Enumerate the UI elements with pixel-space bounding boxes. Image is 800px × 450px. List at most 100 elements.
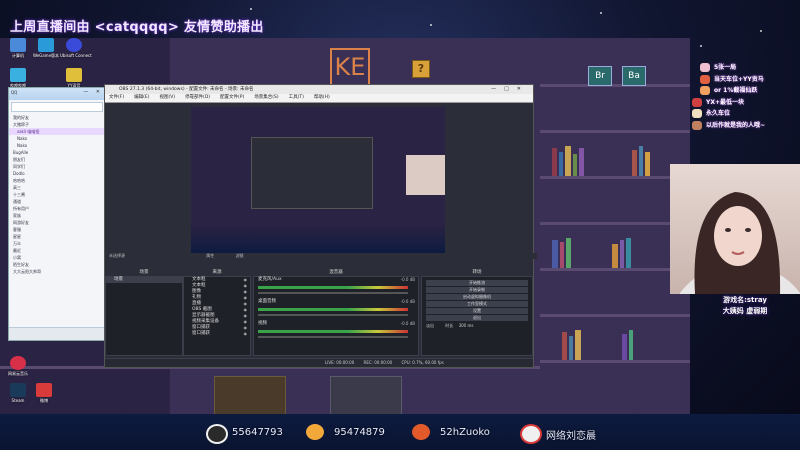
mixer-channel: 视频 -0.0 dB	[254, 321, 418, 343]
contact-group[interactable]: 星星	[9, 233, 105, 240]
menu-item[interactable]: 工具(T)	[289, 95, 304, 100]
window-controls[interactable]: — ✕	[83, 89, 103, 95]
desktop-icon-ubisoft[interactable]: Ubisoft Connect	[60, 38, 92, 58]
qq-window[interactable]: QQ — ✕ 我的好友 大猪蹄子 sakil 喵喵怪 Nako Nako BugAlle 朋…	[8, 87, 106, 341]
desktop-icon-computer[interactable]: 计算机	[4, 38, 32, 59]
game-info: 游戏名:stray 大姨妈 虚弱期	[690, 295, 800, 317]
qq-search-input[interactable]	[11, 102, 103, 112]
contact-group[interactable]: 陌生好友	[9, 261, 105, 268]
contact-group[interactable]: 十三酱	[9, 191, 105, 198]
menu-item[interactable]: 场景集合(S)	[254, 95, 278, 100]
qq-group-mascot-icon	[306, 424, 324, 440]
sources-dock: 文本框 ◉ 文本框 ◉ 图像 ◉ 礼物 ◉ 直播 ◉ OBS 截图 ◉ 显示器截图 ◉ 视频采集设备 ◉ 窗口捕…	[183, 276, 251, 356]
control-button[interactable]: 启动虚拟摄像机	[426, 294, 528, 300]
contact-group[interactable]: 大大云阳大帅哥	[9, 268, 105, 275]
control-button[interactable]: 设置	[426, 308, 528, 314]
weibo-name: 网络刘恋晨	[546, 431, 596, 442]
volume-slider[interactable]	[258, 292, 408, 294]
contact-item[interactable]: Nako	[9, 142, 105, 149]
obs-window[interactable]: OBS 27.1.3 (64-bit, windows) - 配置文件: 未命名…	[104, 84, 537, 368]
shelf	[540, 176, 690, 179]
wegame-icon	[38, 38, 54, 52]
star	[700, 45, 702, 47]
desktop-icon-bilibili[interactable]: 哔哩哔哩	[4, 68, 32, 89]
volume-slider[interactable]	[258, 336, 408, 338]
desktop-icon-wegame[interactable]: WeGame版本	[32, 38, 60, 59]
qq-contact-list: 我的好友 大猪蹄子 sakil 喵喵怪 Nako Nako BugAlle 朋友们 同学们 Do…	[9, 114, 105, 275]
contact-group[interactable]: 我的好友	[9, 114, 105, 121]
emoji-sticker-icon	[700, 63, 710, 72]
contact-group[interactable]: 客服	[9, 226, 105, 233]
desktop-icon-yy[interactable]: YY语音	[60, 68, 88, 89]
steam-icon	[10, 383, 26, 397]
mixer-dock: 麦克风/Aux -0.0 dB 桌面音频 -0.0 dB 视频 -0.0 dB	[253, 276, 419, 356]
question-block-icon: ?	[412, 60, 430, 78]
mixer-label: 麦克风/Aux -0.0 dB	[258, 277, 415, 282]
mixer-db: -0.0 dB	[400, 277, 415, 282]
properties-button[interactable]: 属性	[206, 253, 214, 258]
scenes-dock-header: 场景	[105, 269, 183, 276]
menu-item[interactable]: 视图(V)	[159, 95, 175, 100]
contact-group[interactable]: 小窝	[9, 254, 105, 261]
note-line: YX+最低一块	[690, 97, 800, 109]
qq-title: QQ	[11, 90, 18, 95]
contact-group[interactable]: 最近	[9, 247, 105, 254]
menu-item[interactable]: 文件(F)	[109, 95, 124, 100]
bilibili-icon	[10, 68, 26, 82]
note-text: 永久车位	[706, 110, 731, 117]
stream-title: 上周直播间由 <catqqqq> 友情赞助播出	[10, 20, 264, 35]
eye-icon[interactable]: ◉	[244, 331, 248, 337]
desktop-icon-steam[interactable]: Steam	[4, 383, 32, 403]
contact-group[interactable]: BugAlle	[9, 149, 105, 156]
window-controls[interactable]: —□✕	[491, 85, 529, 94]
contact-group[interactable]: Dodlo	[9, 170, 105, 177]
contact-group[interactable]: 高三	[9, 184, 105, 191]
contact-group[interactable]: 所有用户	[9, 205, 105, 212]
contact-item[interactable]: Nako	[9, 135, 105, 142]
menu-item[interactable]: 编辑(E)	[134, 95, 149, 100]
volume-meter	[258, 286, 408, 289]
qq-header[interactable]: QQ — ✕	[9, 88, 105, 100]
mixer-channel: 桌面音频 -0.0 dB	[254, 299, 418, 321]
streamer-webcam-image	[679, 192, 800, 294]
source-item[interactable]: 窗口捕获 ◉	[184, 331, 250, 337]
contact-bar: 55647793 95474879 52hZuoko 网络刘恋晨	[0, 414, 800, 450]
emoji-sticker-icon	[692, 120, 702, 130]
contact-group[interactable]: 通道	[9, 198, 105, 205]
desktop-icon-music[interactable]: 网易云音乐	[4, 356, 32, 377]
contact-group[interactable]: 朋友们	[9, 156, 105, 163]
contact-group[interactable]: 网游好友	[9, 219, 105, 226]
shelf	[540, 314, 690, 317]
contact-group[interactable]: 哈哈哈	[9, 177, 105, 184]
obs-preview[interactable]	[191, 107, 445, 253]
volume-slider[interactable]	[258, 314, 408, 316]
contact-item[interactable]: sakil 喵喵怪	[9, 128, 105, 135]
preview-webcam	[406, 155, 445, 195]
transition-duration[interactable]: 淡出 时长 300 ms	[422, 323, 532, 329]
scenes-dock: 场景	[105, 276, 183, 356]
control-button[interactable]: 开始推流	[426, 280, 528, 286]
stream-notes: 5张一局 当天车位+YY贡马 or 1%截福仙跃 YX+最低一块 永久车位 以后作就是我的…	[690, 62, 800, 131]
filters-button[interactable]: 滤镜	[236, 253, 244, 258]
control-button[interactable]: 工作室模式	[426, 301, 528, 307]
menu-item[interactable]: 配置文件(P)	[220, 95, 244, 100]
obs-titlebar[interactable]: OBS 27.1.3 (64-bit, windows) - 配置文件: 未命名…	[105, 85, 533, 94]
music-icon	[10, 356, 26, 370]
menu-item[interactable]: 停靠部件(D)	[185, 95, 210, 100]
contact-group[interactable]: 家族	[9, 212, 105, 219]
control-button[interactable]: 开始录制	[426, 287, 528, 293]
contact-group[interactable]: 大猪蹄子	[9, 121, 105, 128]
periodic-sign: Ba	[622, 66, 646, 86]
source-label: 文本框	[192, 277, 206, 282]
qq-footer-toolbar[interactable]	[9, 327, 105, 340]
menu-item[interactable]: 帮助(H)	[314, 95, 330, 100]
source-label: 文本框	[192, 283, 206, 288]
desktop-icon-weibo[interactable]: 微博	[30, 383, 58, 404]
scene-item[interactable]: 场景	[106, 277, 182, 283]
star	[430, 24, 432, 26]
contact-group[interactable]: 万众	[9, 240, 105, 247]
contact-group[interactable]: 同学们	[9, 163, 105, 170]
control-button[interactable]: 退出	[426, 315, 528, 321]
qq-group-number: 95474879	[334, 427, 385, 438]
note-line: 当天车位+YY贡马	[690, 74, 800, 86]
